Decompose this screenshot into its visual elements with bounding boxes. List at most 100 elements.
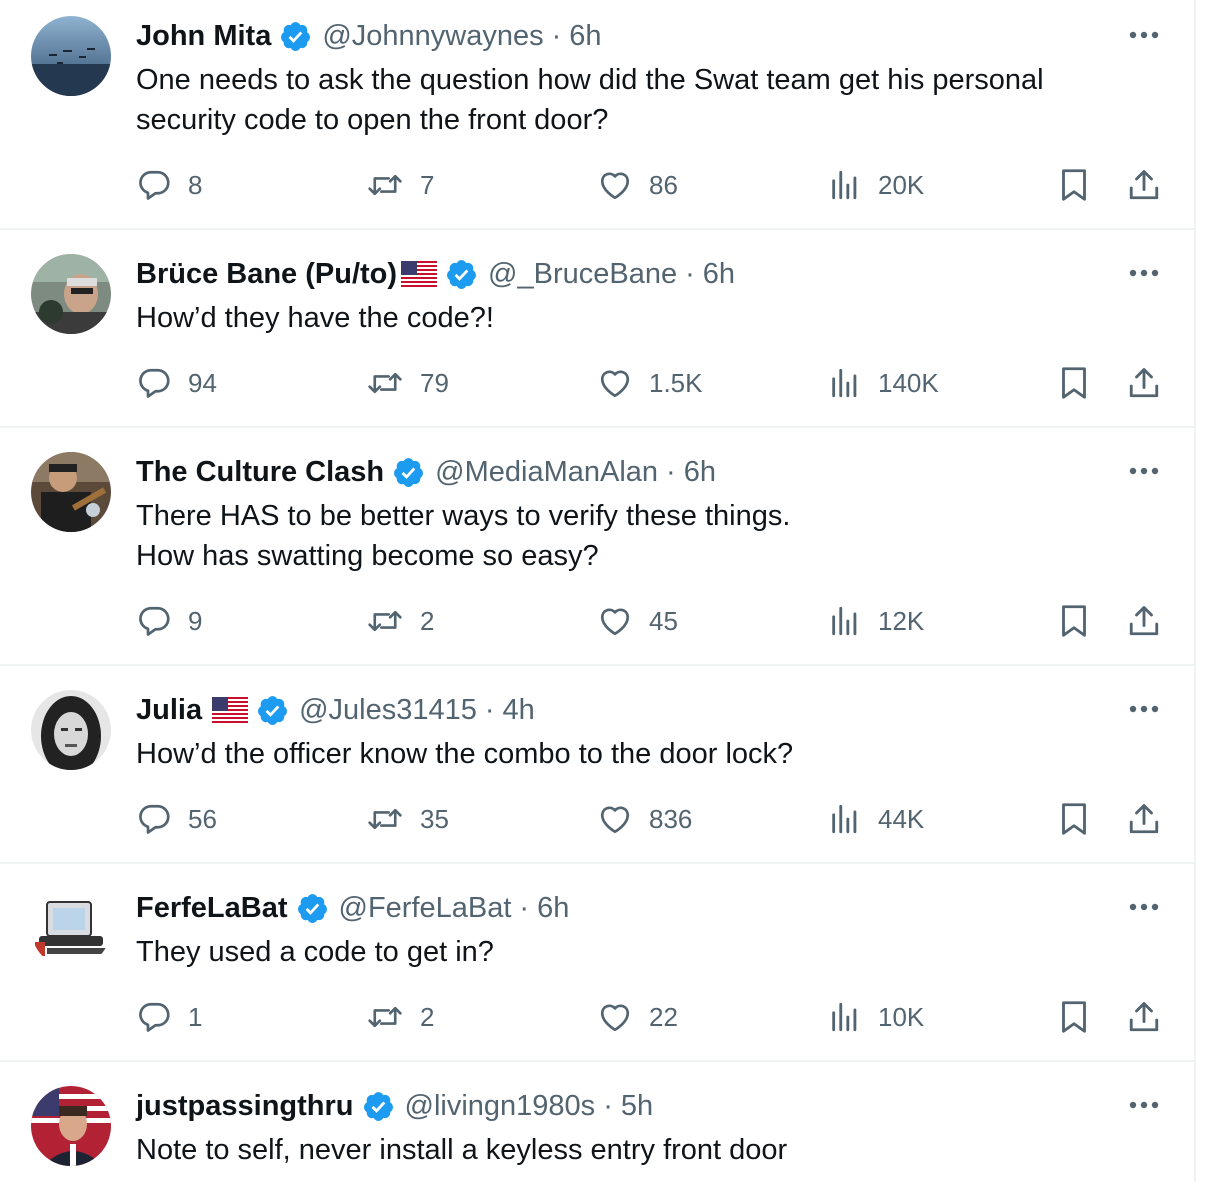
tweet-text: They used a code to get in?	[136, 932, 1136, 972]
us-flag-icon	[401, 261, 438, 287]
more-icon[interactable]	[1124, 456, 1164, 486]
verified-badge-icon	[296, 892, 329, 925]
reply-count: 94	[188, 367, 217, 398]
more-icon[interactable]	[1124, 20, 1164, 50]
views-button[interactable]: 20K	[828, 165, 924, 205]
views-icon	[828, 604, 862, 638]
share-button[interactable]	[1126, 165, 1162, 205]
views-icon	[828, 168, 862, 202]
retweet-button[interactable]: 2	[366, 601, 434, 641]
display-name[interactable]: The Culture Clash	[136, 456, 384, 489]
view-count: 140K	[878, 367, 939, 398]
view-count: 10K	[878, 1001, 925, 1032]
retweet-button[interactable]: 35	[366, 799, 449, 839]
avatar[interactable]	[31, 16, 111, 96]
reply-button[interactable]: 94	[136, 363, 217, 403]
separator-dot: ·	[603, 1089, 613, 1122]
like-icon	[597, 603, 633, 639]
handle[interactable]: @MediaManAlan	[435, 456, 658, 489]
timestamp[interactable]: 6h	[537, 892, 569, 925]
verified-badge-icon	[256, 694, 289, 727]
share-button[interactable]	[1126, 601, 1162, 641]
handle[interactable]: @_BruceBane	[488, 258, 677, 291]
separator-dot: ·	[551, 19, 562, 52]
reply-button[interactable]: 9	[136, 601, 202, 641]
avatar[interactable]	[31, 254, 111, 334]
retweet-button[interactable]: 79	[366, 363, 449, 403]
retweet-button[interactable]: 2	[366, 997, 434, 1037]
like-button[interactable]: 1.5K	[597, 363, 703, 403]
tweet-text: How’d the officer know the combo to the …	[136, 734, 1136, 774]
display-name[interactable]: justpassingthru	[136, 1090, 354, 1123]
share-button[interactable]	[1126, 799, 1162, 839]
display-name[interactable]: Brüce Bane (Pu/to)	[136, 258, 397, 291]
bookmark-button[interactable]	[1058, 997, 1090, 1037]
tweet-bruce-bane[interactable]: Brüce Bane (Pu/to) @_BruceBane · 6h How’…	[0, 230, 1194, 428]
like-button[interactable]: 45	[597, 601, 678, 641]
timestamp[interactable]: 6h	[569, 20, 601, 53]
tweet-text-line: How’d they have the code?!	[136, 302, 494, 334]
tweet-text-line: There HAS to be better ways to verify th…	[136, 500, 791, 532]
action-bar: 94 79 1.5K 140K	[0, 363, 1194, 403]
more-icon[interactable]	[1124, 258, 1164, 288]
separator-dot: ·	[519, 891, 530, 924]
avatar[interactable]	[31, 690, 111, 770]
display-name[interactable]: John Mita	[136, 20, 271, 53]
bookmark-button[interactable]	[1058, 799, 1090, 839]
like-count: 86	[649, 169, 678, 200]
more-icon[interactable]	[1124, 694, 1164, 724]
views-button[interactable]: 140K	[828, 363, 939, 403]
timestamp[interactable]: 6h	[703, 258, 735, 291]
reply-button[interactable]: 56	[136, 799, 217, 839]
tweet-john-mita[interactable]: John Mita @Johnnywaynes · 6h One needs t…	[0, 0, 1194, 230]
retweet-button[interactable]: 7	[366, 165, 434, 205]
reply-button[interactable]: 8	[136, 165, 202, 205]
bookmark-icon	[1058, 167, 1090, 203]
timestamp[interactable]: 4h	[503, 694, 535, 727]
handle[interactable]: @livingn1980s	[405, 1090, 596, 1123]
avatar[interactable]	[31, 888, 111, 968]
tweet-julia[interactable]: Julia @Jules31415 · 4h How’d the officer…	[0, 666, 1194, 864]
retweet-icon	[366, 365, 404, 401]
display-name[interactable]: FerfeLaBat	[136, 892, 288, 925]
share-button[interactable]	[1126, 997, 1162, 1037]
view-count: 44K	[878, 803, 925, 834]
like-button[interactable]: 22	[597, 997, 678, 1037]
views-button[interactable]: 10K	[828, 997, 924, 1037]
display-name[interactable]: Julia	[136, 694, 202, 727]
action-bar: 8 7 86 20K	[0, 165, 1194, 205]
bookmark-button[interactable]	[1058, 601, 1090, 641]
reply-icon	[136, 167, 172, 203]
timestamp[interactable]: 6h	[684, 456, 716, 489]
reply-button[interactable]: 1	[136, 997, 202, 1037]
bookmark-button[interactable]	[1058, 363, 1090, 403]
verified-badge-icon	[279, 20, 312, 53]
view-count: 20K	[878, 169, 925, 200]
verified-badge-icon	[445, 258, 478, 291]
tweet-ferfelabat[interactable]: FerfeLaBat @FerfeLaBat · 6h They used a …	[0, 864, 1194, 1062]
reply-icon	[136, 999, 172, 1035]
more-icon[interactable]	[1124, 1090, 1164, 1120]
share-button[interactable]	[1126, 363, 1162, 403]
like-icon	[597, 999, 633, 1035]
avatar[interactable]	[31, 1086, 111, 1166]
handle[interactable]: @FerfeLaBat	[339, 892, 512, 925]
avatar[interactable]	[31, 452, 111, 532]
like-icon	[597, 801, 633, 837]
more-icon[interactable]	[1124, 892, 1164, 922]
handle[interactable]: @Johnnywaynes	[322, 20, 543, 53]
bookmark-button[interactable]	[1058, 165, 1090, 205]
like-count: 836	[649, 803, 693, 834]
separator-dot: ·	[666, 455, 676, 488]
views-button[interactable]: 44K	[828, 799, 924, 839]
like-button[interactable]: 836	[597, 799, 692, 839]
tweet-culture-clash[interactable]: The Culture Clash @MediaManAlan · 6h The…	[0, 428, 1194, 666]
like-button[interactable]: 86	[597, 165, 678, 205]
view-count: 12K	[878, 605, 925, 636]
views-button[interactable]: 12K	[828, 601, 924, 641]
handle[interactable]: @Jules31415	[299, 694, 477, 727]
tweet-text-line: How has swatting become so easy?	[136, 540, 599, 572]
reply-count: 56	[188, 803, 217, 834]
timestamp[interactable]: 5h	[621, 1090, 653, 1123]
tweet-justpassingthru[interactable]: justpassingthru @livingn1980s · 5h Note …	[0, 1062, 1194, 1182]
